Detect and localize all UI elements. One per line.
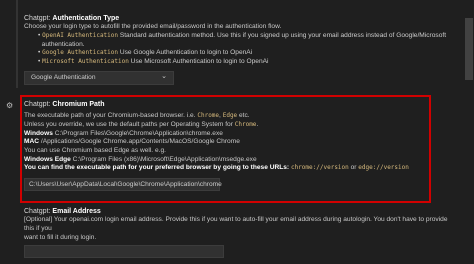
list-item: • Google Authentication Use Google Authe… (38, 49, 253, 57)
list-item: • Microsoft Authentication Use Microsoft… (38, 58, 269, 66)
setting-description: Choose your login type to autofill the p… (24, 23, 282, 31)
chromium-path-input[interactable]: C:\Users\User\AppData\Local\Google\Chrom… (24, 178, 222, 192)
scrollbar-thumb[interactable] (465, 18, 473, 80)
scrollbar[interactable] (464, 0, 474, 264)
email-input[interactable] (24, 245, 224, 259)
setting-title: Chatgpt: Email Address (24, 208, 101, 215)
setting-description: [Optional] Your openai.com login email a… (24, 216, 448, 241)
authentication-type-select[interactable]: Google Authentication ⌄ (24, 70, 174, 85)
setting-chromium-path: Chatgpt: Chromium Path The executable pa… (24, 100, 428, 192)
setting-title: Chatgpt: Authentication Type (24, 15, 120, 22)
chevron-down-icon: ⌄ (161, 72, 167, 80)
setting-email-address: Chatgpt: Email Address [Optional] Your o… (24, 207, 454, 259)
setting-description: The executable path of your Chromium-bas… (24, 112, 409, 172)
list-item: • OpenAI Authentication Standard authent… (38, 31, 447, 39)
gear-icon[interactable]: ⚙ (6, 101, 13, 112)
setting-authentication-type: Chatgpt: Authentication Type Choose your… (24, 14, 454, 85)
list-item: authentication. (41, 40, 85, 48)
setting-modified-indicator (16, 0, 18, 88)
setting-title: Chatgpt: Chromium Path (24, 101, 105, 108)
